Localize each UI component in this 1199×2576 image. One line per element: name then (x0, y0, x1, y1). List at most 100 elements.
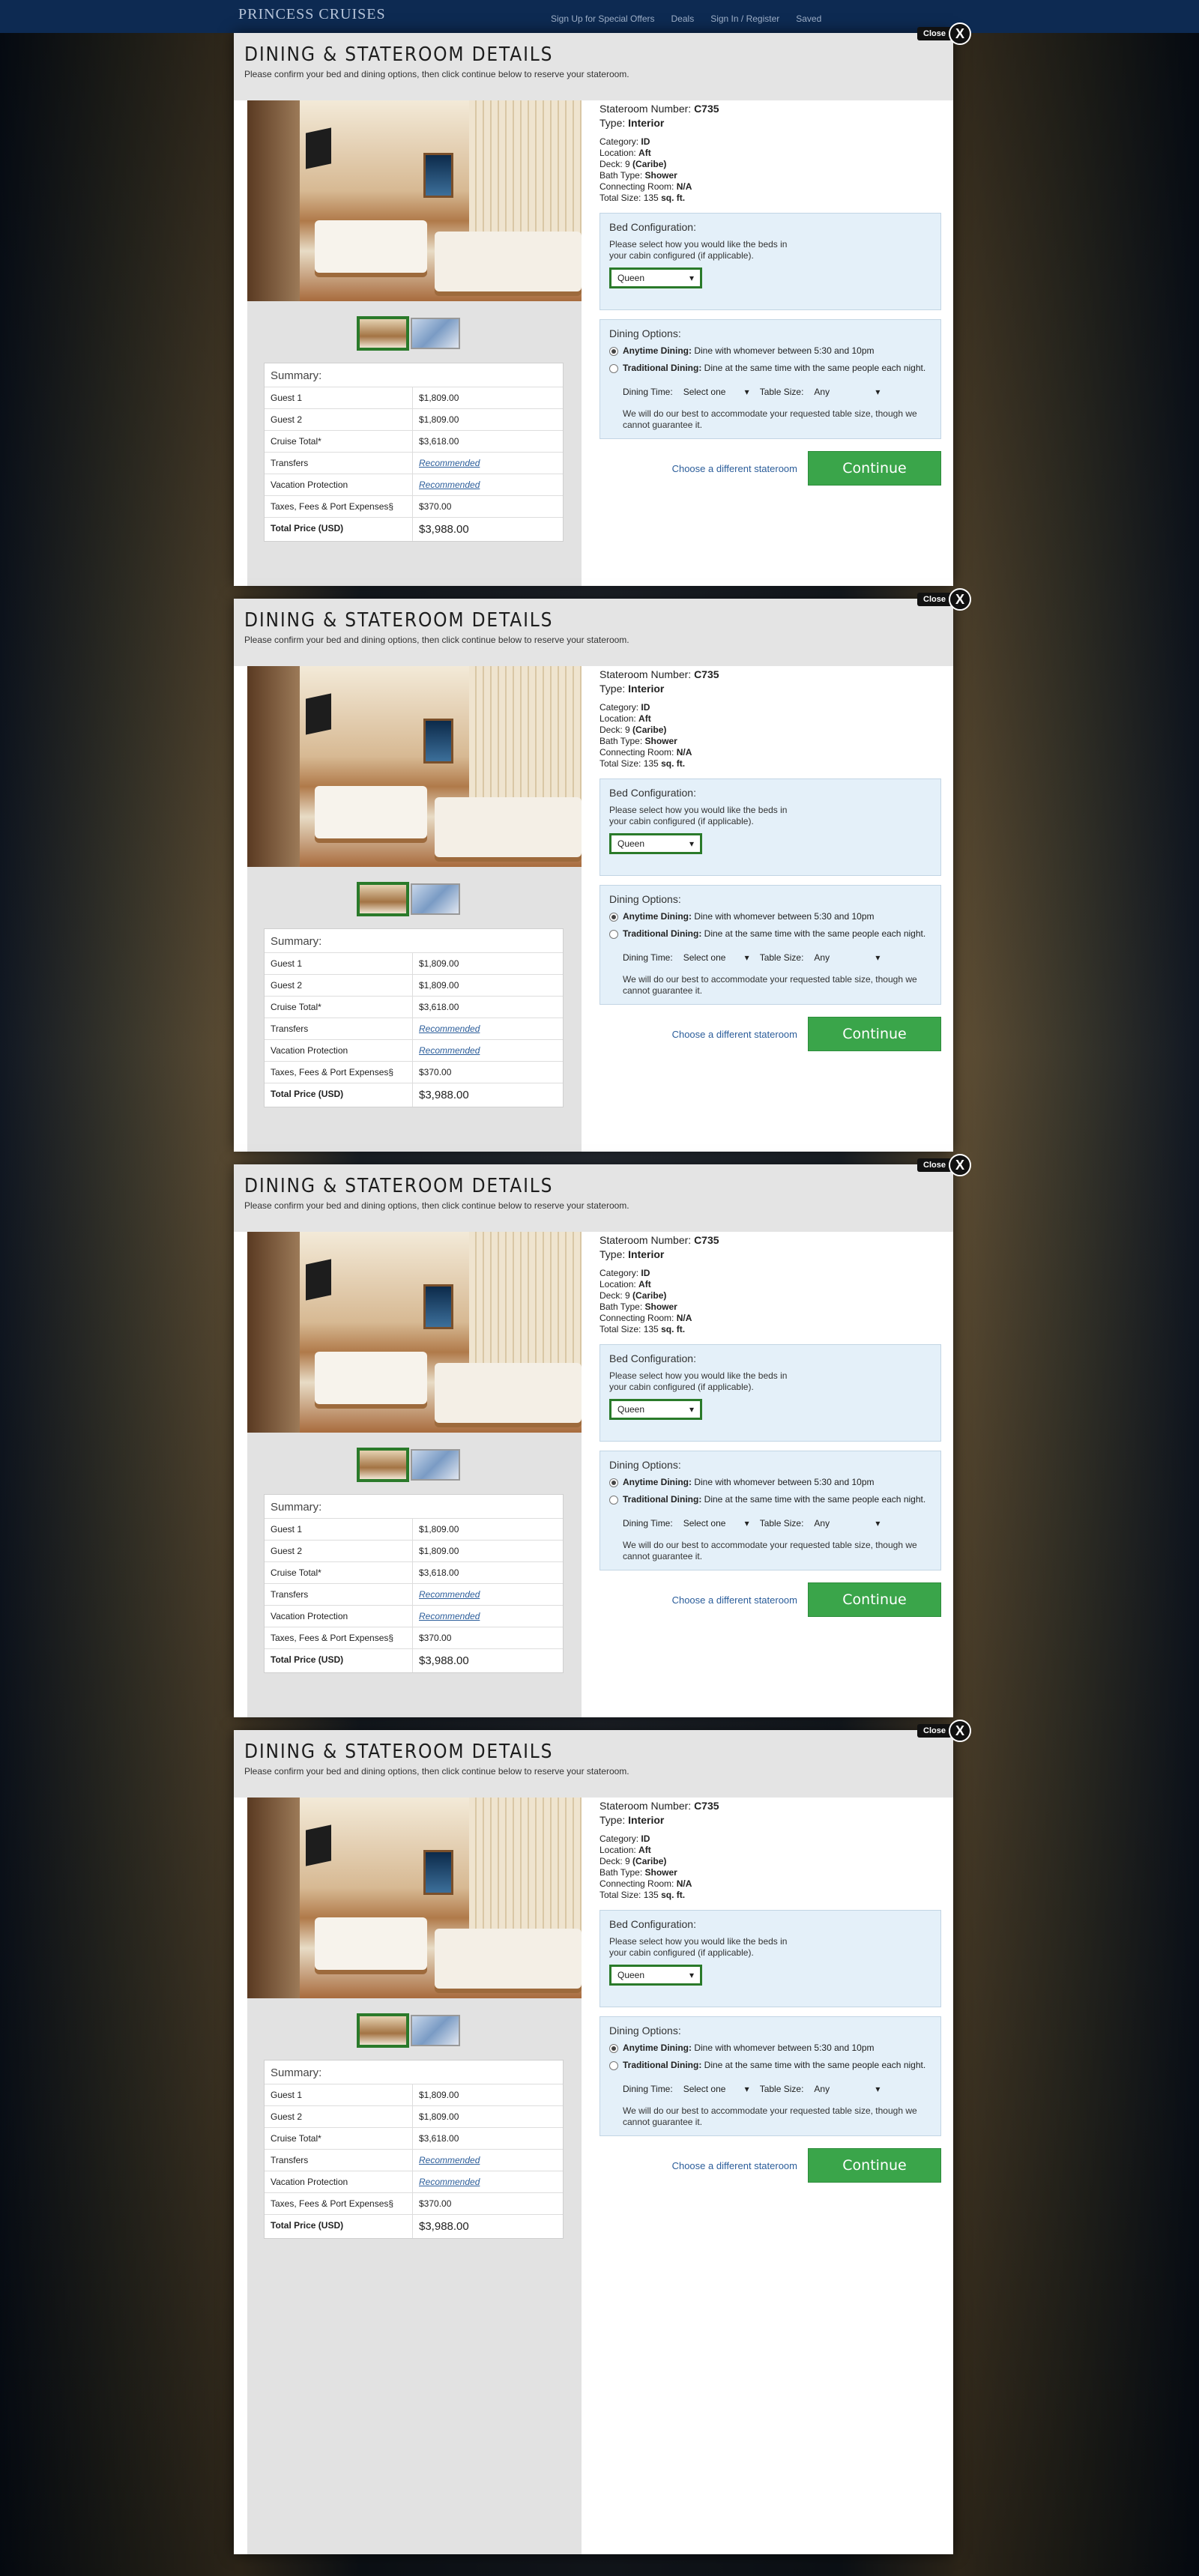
traditional-dining-option[interactable]: Traditional Dining: Dine at the same tim… (609, 1494, 931, 1505)
modal-header: DINING & STATEROOM DETAILS Please confir… (234, 1730, 953, 1798)
anytime-dining-option[interactable]: Anytime Dining: Dine with whomever betwe… (609, 345, 931, 357)
stateroom-photo (247, 100, 582, 301)
traditional-dining-radio[interactable] (609, 930, 618, 939)
site-header: PRINCESS CRUISES Sign Up for Special Off… (0, 0, 1199, 33)
dining-time-select[interactable]: Select one ▾ (677, 381, 755, 402)
dining-time-select[interactable]: Select one ▾ (677, 947, 755, 968)
transfers-link[interactable]: Recommended (413, 453, 563, 474)
close-button[interactable]: Close (917, 1158, 952, 1172)
thumbnail-floorplan[interactable] (411, 1449, 460, 1481)
table-size-note: We will do our best to accommodate your … (623, 2105, 917, 2127)
anytime-dining-radio[interactable] (609, 347, 618, 356)
header-link-saved[interactable]: Saved (796, 13, 821, 24)
bed-configuration-panel: Bed Configuration: Please select how you… (600, 1344, 941, 1442)
choose-different-stateroom-link[interactable]: Choose a different stateroom (672, 1594, 797, 1606)
modal-title: DINING & STATEROOM DETAILS (244, 609, 554, 632)
anytime-dining-radio[interactable] (609, 913, 618, 922)
close-control[interactable]: Close X (917, 1154, 971, 1176)
stateroom-photo (247, 1798, 582, 1998)
close-button[interactable]: Close (917, 593, 952, 606)
dining-time-select[interactable]: Select one ▾ (677, 1513, 755, 1534)
thumbnail-stateroom[interactable] (357, 1448, 409, 1482)
anytime-dining-option[interactable]: Anytime Dining: Dine with whomever betwe… (609, 911, 931, 922)
traditional-dining-option[interactable]: Traditional Dining: Dine at the same tim… (609, 363, 931, 374)
header-links: Sign Up for Special Offers Deals Sign In… (551, 13, 821, 24)
continue-button[interactable]: Continue (808, 2148, 941, 2183)
vacation-protection-link[interactable]: Recommended (413, 2171, 563, 2192)
close-control[interactable]: Close X (917, 588, 971, 611)
bed-config-select[interactable]: Queen ▾ (609, 1399, 702, 1420)
summary-row: Transfers Recommended (265, 2150, 563, 2171)
stateroom-type: Interior (628, 683, 665, 695)
bed-config-select[interactable]: Queen ▾ (609, 833, 702, 854)
dropdown-arrow-icon: ▾ (744, 2084, 749, 2094)
photo-thumbnails (357, 2013, 460, 2048)
dining-preferences: Dining Time: Select one ▾ Table Size: Any… (623, 947, 931, 968)
transfers-link[interactable]: Recommended (413, 1584, 563, 1605)
traditional-dining-radio[interactable] (609, 1496, 618, 1505)
close-icon[interactable]: X (949, 1154, 971, 1176)
stateroom-info: Stateroom Number: C735 Type: Interior Ca… (600, 103, 719, 203)
vacation-protection-link[interactable]: Recommended (413, 1040, 563, 1061)
table-size-select[interactable]: Any ▾ (808, 2078, 886, 2099)
transfers-link[interactable]: Recommended (413, 2150, 563, 2171)
traditional-dining-radio[interactable] (609, 2061, 618, 2070)
traditional-dining-radio[interactable] (609, 364, 618, 373)
dining-options-panel: Dining Options: Anytime Dining: Dine wit… (600, 885, 941, 1005)
thumbnail-stateroom[interactable] (357, 316, 409, 351)
table-size-select[interactable]: Any ▾ (808, 947, 886, 968)
bed-config-heading: Bed Configuration: (609, 1918, 696, 1930)
continue-button[interactable]: Continue (808, 1017, 941, 1051)
stateroom-photo (247, 1232, 582, 1433)
close-button[interactable]: Close (917, 1724, 952, 1738)
close-icon[interactable]: X (949, 1720, 971, 1742)
traditional-dining-option[interactable]: Traditional Dining: Dine at the same tim… (609, 928, 931, 940)
stateroom-gallery-column: Summary: Guest 1 $1,809.00 Guest 2 $1,809.… (247, 1798, 582, 2554)
thumbnail-floorplan[interactable] (411, 318, 460, 349)
anytime-dining-option[interactable]: Anytime Dining: Dine with whomever betwe… (609, 1477, 931, 1488)
thumbnail-floorplan[interactable] (411, 2015, 460, 2046)
table-size-select[interactable]: Any ▾ (808, 381, 886, 402)
vacation-protection-link[interactable]: Recommended (413, 474, 563, 495)
bed-config-text: Please select how you would like the bed… (609, 1370, 788, 1392)
dining-time-select[interactable]: Select one ▾ (677, 2078, 755, 2099)
header-link-signin[interactable]: Sign In / Register (710, 13, 779, 24)
close-icon[interactable]: X (949, 588, 971, 611)
traditional-dining-option[interactable]: Traditional Dining: Dine at the same tim… (609, 2060, 931, 2071)
details-column: Stateroom Number: C735 Type: Interior Ca… (600, 666, 941, 1051)
vacation-protection-link[interactable]: Recommended (413, 1606, 563, 1627)
dropdown-arrow-icon: ▾ (689, 1970, 694, 1980)
summary-title: Summary: (265, 929, 563, 953)
bed-config-select[interactable]: Queen ▾ (609, 1965, 702, 1986)
photo-thumbnails (357, 882, 460, 916)
anytime-dining-radio[interactable] (609, 2044, 618, 2053)
site-logo[interactable]: PRINCESS CRUISES (238, 6, 386, 23)
anytime-dining-option[interactable]: Anytime Dining: Dine with whomever betwe… (609, 2043, 931, 2054)
bed-config-select[interactable]: Queen ▾ (609, 267, 702, 288)
table-size-select[interactable]: Any ▾ (808, 1513, 886, 1534)
transfers-link[interactable]: Recommended (413, 1018, 563, 1039)
bed-config-heading: Bed Configuration: (609, 787, 696, 799)
dining-preferences: Dining Time: Select one ▾ Table Size: Any… (623, 2078, 931, 2099)
anytime-dining-radio[interactable] (609, 1478, 618, 1487)
thumbnail-stateroom[interactable] (357, 2013, 409, 2048)
close-control[interactable]: Close X (917, 22, 971, 45)
modal-header: DINING & STATEROOM DETAILS Please confir… (234, 33, 953, 100)
choose-different-stateroom-link[interactable]: Choose a different stateroom (672, 2160, 797, 2171)
thumbnail-stateroom[interactable] (357, 882, 409, 916)
close-control[interactable]: Close X (917, 1720, 971, 1742)
details-column: Stateroom Number: C735 Type: Interior Ca… (600, 1798, 941, 2183)
bed-config-text: Please select how you would like the bed… (609, 239, 788, 261)
bed-configuration-panel: Bed Configuration: Please select how you… (600, 778, 941, 876)
choose-different-stateroom-link[interactable]: Choose a different stateroom (672, 463, 797, 474)
continue-button[interactable]: Continue (808, 451, 941, 486)
dining-options-panel: Dining Options: Anytime Dining: Dine wit… (600, 319, 941, 439)
header-link-deals[interactable]: Deals (671, 13, 695, 24)
thumbnail-floorplan[interactable] (411, 883, 460, 915)
close-icon[interactable]: X (949, 22, 971, 45)
header-link-offers[interactable]: Sign Up for Special Offers (551, 13, 655, 24)
close-button[interactable]: Close (917, 27, 952, 40)
dining-stateroom-modal: Close X DINING & STATEROOM DETAILS Pleas… (234, 1154, 971, 1717)
choose-different-stateroom-link[interactable]: Choose a different stateroom (672, 1029, 797, 1040)
continue-button[interactable]: Continue (808, 1582, 941, 1617)
